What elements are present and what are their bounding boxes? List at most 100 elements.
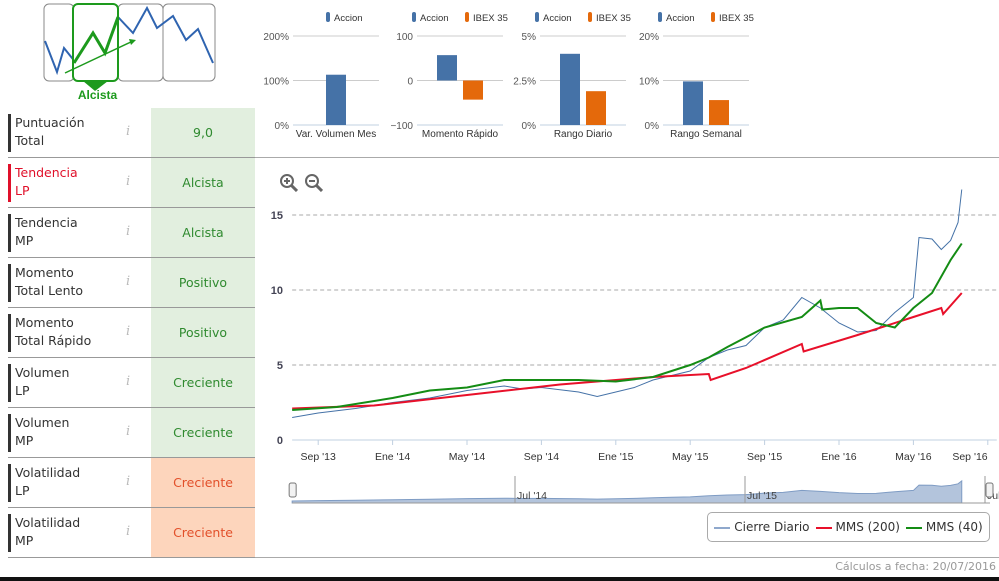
label-line1: Momento <box>15 315 74 330</box>
info-icon[interactable]: i <box>126 374 130 389</box>
x-label: Momento Rápido <box>422 129 499 140</box>
indicator-value: Positivo <box>151 258 255 307</box>
indicator-row: Volumen LP i Creciente <box>8 358 255 408</box>
navigator-area <box>291 479 963 504</box>
info-icon[interactable]: i <box>126 424 130 439</box>
bar-accion <box>683 81 703 125</box>
indicator-row: Tendencia LP i Alcista <box>8 158 255 208</box>
legend-label: IBEX 35 <box>596 13 631 24</box>
x-tick-label: Ene '14 <box>375 451 410 463</box>
calc-date: Cálculos a fecha: 20/07/2016 <box>835 560 996 573</box>
x-label: Var. Volumen Mes <box>296 129 376 140</box>
legend-label: Accion <box>666 13 695 24</box>
price-chart[interactable]: 0 5 10 15 Sep '13 Ene '14 May '14 Sep '14 Ene '1… <box>255 160 999 510</box>
info-icon[interactable]: i <box>126 224 130 239</box>
navigator-handle[interactable] <box>985 482 994 498</box>
x-tick-label: Sep '13 <box>301 451 336 463</box>
navigator-label: Jul '15 <box>747 490 777 502</box>
mini-chart: 200% 100% 0% Accion Var. Volumen Mes <box>263 12 379 140</box>
y-tick-label: 0% <box>275 121 290 132</box>
mini-chart: 100 0 −100 Accion IBEX 35 Momento Rápido <box>390 12 508 140</box>
indicator-value: 9,0 <box>151 108 255 157</box>
indicator-row: Momento Total Rápido i Positivo <box>8 308 255 358</box>
mini-chart: 20% 10% 0% Accion IBEX 35 Rango Semanal <box>639 12 754 140</box>
label-line2: Total <box>15 133 45 148</box>
label-line2: LP <box>15 183 30 198</box>
info-icon[interactable]: i <box>126 274 130 289</box>
legend-label: Accion <box>334 13 363 24</box>
x-tick-label: May '16 <box>895 451 932 463</box>
label-line1: Tendencia <box>15 215 78 230</box>
indicator-label: Volatilidad LP <box>8 464 80 502</box>
bar-accion <box>437 55 457 81</box>
legend-mms40[interactable]: MMS (40) <box>905 520 983 534</box>
indicator-value: Creciente <box>151 508 255 557</box>
indicator-row: Volatilidad LP i Creciente <box>8 458 255 508</box>
label-line2: Total Lento <box>15 283 84 298</box>
label-line1: Volatilidad <box>15 465 81 480</box>
x-tick-label: Sep '14 <box>524 451 559 463</box>
x-tick-label: May '15 <box>672 451 709 463</box>
label-line1: Tendencia <box>15 165 78 180</box>
indicator-row: Tendencia MP i Alcista <box>8 208 255 258</box>
legend-mms200[interactable]: MMS (200) <box>815 520 900 534</box>
legend-label: IBEX 35 <box>473 13 508 24</box>
indicator-row: Volatilidad MP i Creciente <box>8 508 255 558</box>
indicator-value: Creciente <box>151 358 255 407</box>
navigator-label: Jul '14 <box>517 490 547 502</box>
label-line2: LP <box>15 383 30 398</box>
y-tick-label: 5 <box>277 360 283 372</box>
legend-cierre[interactable]: Cierre Diario <box>714 520 810 534</box>
y-tick-label: 100% <box>263 77 289 88</box>
indicator-label: Puntuación Total <box>8 114 85 152</box>
indicator-label: Momento Total Lento <box>8 264 83 302</box>
indicator-label: Momento Total Rápido <box>8 314 91 352</box>
y-tick-label: 100 <box>396 32 413 43</box>
info-icon[interactable]: i <box>126 474 130 489</box>
indicator-row: Momento Total Lento i Positivo <box>8 258 255 308</box>
label-line2: Total Rápido <box>15 333 92 348</box>
bar-ibex-35 <box>586 91 606 125</box>
y-tick-label: 10% <box>639 77 659 88</box>
y-tick-label: 10 <box>271 285 283 297</box>
info-icon[interactable]: i <box>126 524 130 539</box>
legend-label: MMS (200) <box>835 520 900 534</box>
chart-legend: Cierre Diario MMS (200) MMS (40) <box>707 512 990 542</box>
divider <box>255 157 999 158</box>
indicator-row: Puntuación Total i 9,0 <box>8 108 255 158</box>
legend-swatch <box>326 12 330 22</box>
indicator-value: Alcista <box>151 158 255 207</box>
label-line2: MP <box>15 433 34 448</box>
mini-bar-charts: 200% 100% 0% Accion Var. Volumen Mes 100 0 −100… <box>263 12 754 140</box>
label-line2: MP <box>15 533 34 548</box>
legend-label: IBEX 35 <box>719 13 754 24</box>
label-line1: Puntuación <box>15 115 85 130</box>
legend-swatch <box>711 12 715 22</box>
indicator-value: Positivo <box>151 308 255 357</box>
legend-swatch <box>588 12 592 22</box>
indicator-value: Alcista <box>151 208 255 257</box>
info-icon[interactable]: i <box>126 324 130 339</box>
y-tick-label: 2.5% <box>513 77 536 88</box>
label-line1: Volumen <box>15 415 70 430</box>
label-line1: Momento <box>15 265 74 280</box>
info-icon[interactable]: i <box>126 174 130 189</box>
legend-swatch <box>658 12 662 22</box>
x-label: Rango Semanal <box>670 129 742 140</box>
legend-label: MMS (40) <box>925 520 983 534</box>
legend-swatch <box>412 12 416 22</box>
x-tick-label: Sep '16 <box>952 451 987 463</box>
navigator-handle[interactable] <box>288 482 297 498</box>
y-tick-label: 0 <box>407 77 413 88</box>
indicator-label: Tendencia LP <box>8 164 78 202</box>
info-icon[interactable]: i <box>126 124 130 139</box>
bar-ibex-35 <box>463 80 483 100</box>
series-line-cierre <box>292 189 963 418</box>
y-tick-label: 15 <box>271 210 283 222</box>
label-line2: LP <box>15 483 30 498</box>
y-tick-label: 20% <box>639 32 659 43</box>
bar-accion <box>326 74 346 125</box>
indicator-row: Volumen MP i Creciente <box>8 408 255 458</box>
label-line1: Volatilidad <box>15 515 81 530</box>
trend-label: Alcista <box>77 88 118 102</box>
